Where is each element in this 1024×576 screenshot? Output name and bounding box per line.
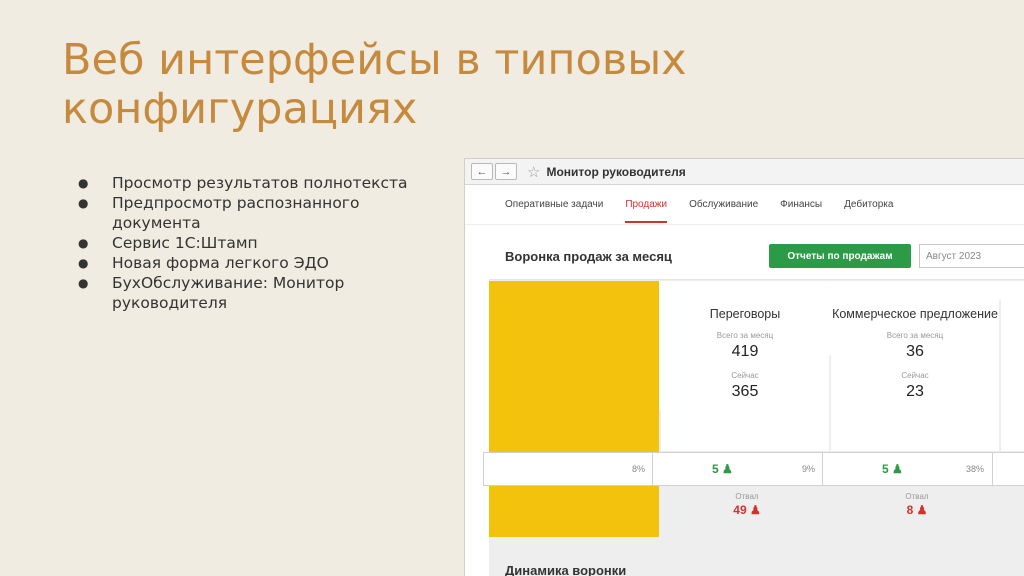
redacted-block bbox=[489, 281, 659, 537]
tab-finance[interactable]: Финансы bbox=[780, 199, 822, 210]
drop-label: Отвал bbox=[905, 492, 929, 501]
tab-sales[interactable]: Продажи bbox=[625, 199, 667, 223]
stage-card-offer: Коммерческое предложение Всего за месяц … bbox=[831, 281, 999, 451]
divider bbox=[652, 453, 653, 485]
drop-value: 49 ♟ bbox=[717, 503, 777, 517]
total-label: Всего за месяц bbox=[886, 331, 944, 340]
bullet-icon: ● bbox=[78, 176, 89, 190]
bullet-item: ● БухОбслуживание: Монитор руководителя bbox=[78, 273, 438, 313]
bullet-item: ● Новая форма легкого ЭДО bbox=[78, 253, 438, 273]
drop-value: 8 ♟ bbox=[887, 503, 947, 517]
bullet-text: Предпросмотр распознанного документа bbox=[112, 194, 360, 232]
funnel-title: Воронка продаж за месяц bbox=[505, 249, 672, 264]
user-icon: ♟ bbox=[749, 503, 761, 517]
total-value: 36 bbox=[906, 343, 924, 360]
bullet-list: ● Просмотр результатов полнотекста ● Предп… bbox=[78, 173, 438, 313]
drop-off-1: Отвал 49 ♟ bbox=[717, 492, 777, 517]
drop-number: 49 bbox=[733, 503, 747, 517]
bullet-text: Сервис 1С:Штамп bbox=[112, 234, 258, 252]
total-label: Всего за месяц bbox=[716, 331, 774, 340]
drop-label: Отвал bbox=[735, 492, 759, 501]
conversion-strip: 8% 5 ♟ 9% 5 ♟ 38% bbox=[483, 452, 1024, 486]
stage-card-third: З bbox=[1001, 281, 1024, 451]
bullet-item: ● Сервис 1С:Штамп bbox=[78, 233, 438, 253]
funnel-header: Воронка продаж за месяц Отчеты по продаж… bbox=[489, 234, 1024, 280]
active-count: 5 ♟ bbox=[712, 453, 733, 485]
tab-bar: Оперативные задачи Продажи Обслуживание … bbox=[465, 185, 1024, 225]
bullet-icon: ● bbox=[78, 236, 89, 250]
window-toolbar: ← → ☆ Монитор руководителя bbox=[465, 159, 1024, 185]
bullet-icon: ● bbox=[78, 196, 89, 210]
active-count-value: 5 bbox=[712, 462, 719, 476]
divider bbox=[992, 453, 993, 485]
user-icon: ♟ bbox=[916, 503, 928, 517]
back-button[interactable]: ← bbox=[471, 163, 493, 180]
favorite-star-icon[interactable]: ☆ bbox=[527, 163, 540, 181]
sales-reports-button[interactable]: Отчеты по продажам bbox=[769, 244, 911, 268]
bullet-text: Просмотр результатов полнотекста bbox=[112, 174, 408, 192]
now-label: Сейчас bbox=[901, 371, 929, 380]
tab-operative-tasks[interactable]: Оперативные задачи bbox=[505, 199, 603, 210]
month-select[interactable]: Август 2023 bbox=[919, 244, 1024, 268]
bullet-item: ● Просмотр результатов полнотекста bbox=[78, 173, 438, 193]
drop-number: 8 bbox=[906, 503, 914, 517]
conversion-percent: 38% bbox=[966, 464, 985, 474]
user-icon: ♟ bbox=[892, 462, 903, 476]
screenshot-window: ← → ☆ Монитор руководителя Оперативные з… bbox=[464, 158, 1024, 576]
conversion-percent: 9% bbox=[802, 464, 816, 474]
now-value: 23 bbox=[906, 383, 924, 400]
active-count-value: 5 bbox=[882, 462, 889, 476]
conversion-percent: 8% bbox=[632, 464, 646, 474]
user-icon: ♟ bbox=[722, 462, 733, 476]
stage-card-negotiations: Переговоры Всего за месяц 419 Сейчас 365 bbox=[661, 281, 829, 451]
forward-button[interactable]: → bbox=[495, 163, 517, 180]
dynamics-title: Динамика воронки bbox=[505, 563, 627, 576]
bullet-text: БухОбслуживание: Монитор руководителя bbox=[112, 274, 345, 312]
bullet-icon: ● bbox=[78, 256, 89, 270]
window-title: Монитор руководителя bbox=[546, 164, 686, 179]
now-value: 365 bbox=[731, 383, 759, 400]
drop-off-2: Отвал 8 ♟ bbox=[887, 492, 947, 517]
stage-name: Коммерческое предложение bbox=[832, 307, 998, 321]
stage-name: Переговоры bbox=[709, 307, 781, 321]
tab-receivables[interactable]: Дебиторка bbox=[844, 199, 893, 210]
bullet-icon: ● bbox=[78, 276, 89, 290]
active-count: 5 ♟ bbox=[882, 453, 903, 485]
slide-title: Веб интерфейсы в типовых конфигурациях bbox=[62, 35, 687, 134]
now-label: Сейчас bbox=[731, 371, 759, 380]
bullet-item: ● Предпросмотр распознанного документа bbox=[78, 193, 438, 233]
tab-service[interactable]: Обслуживание bbox=[689, 199, 758, 210]
bullet-text: Новая форма легкого ЭДО bbox=[112, 254, 329, 272]
divider bbox=[822, 453, 823, 485]
stage-name: З bbox=[1001, 307, 1024, 321]
total-value: 419 bbox=[731, 343, 759, 360]
